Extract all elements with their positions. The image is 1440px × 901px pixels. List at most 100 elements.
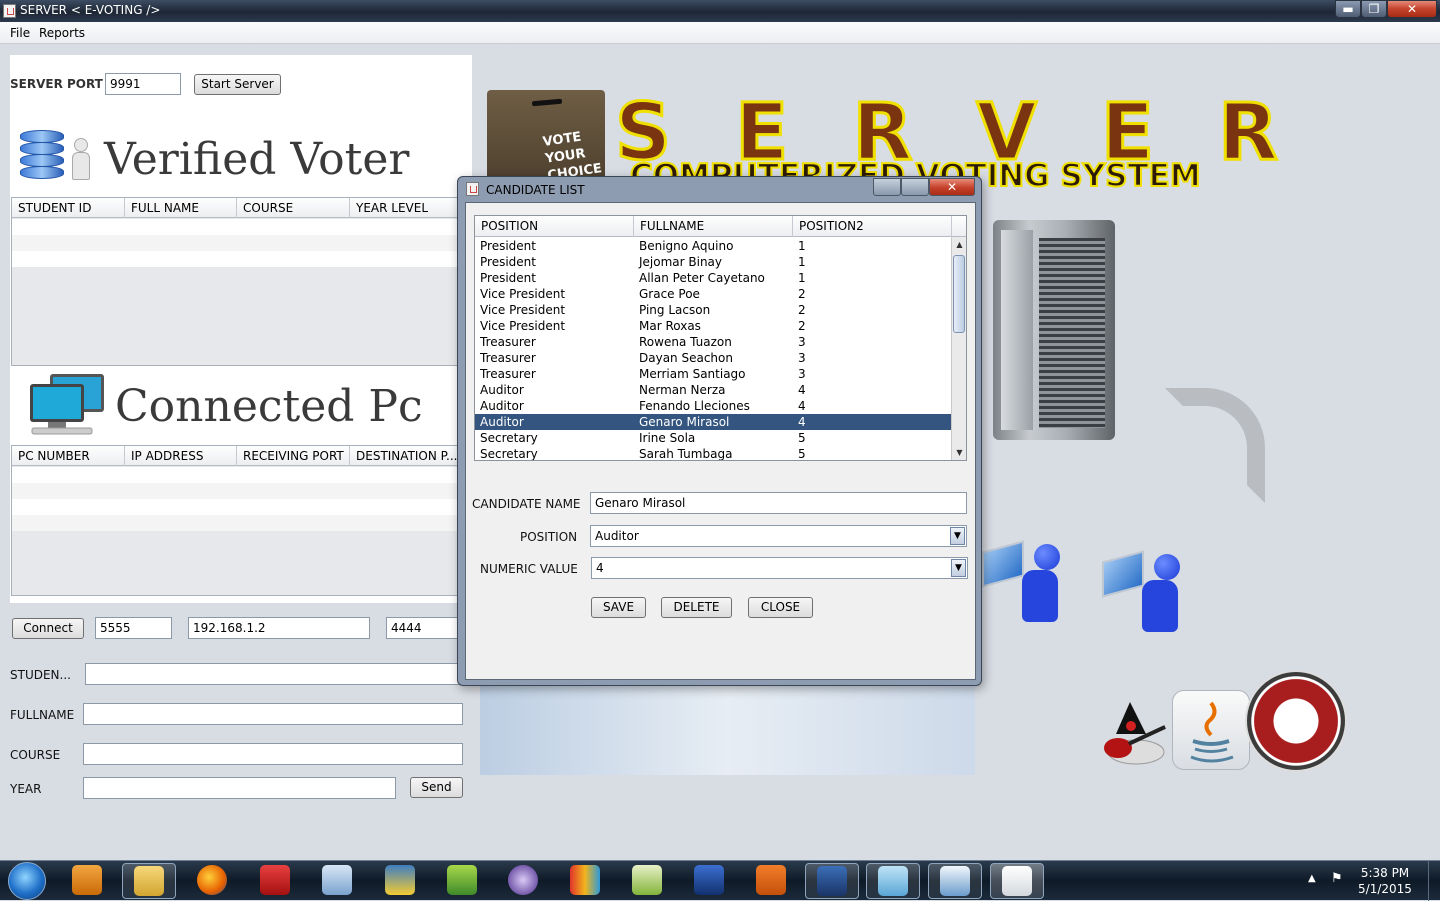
column-header[interactable]: IP ADDRESS: [125, 446, 237, 466]
tray-expand-icon[interactable]: ▲: [1308, 873, 1316, 884]
candidate-row[interactable]: Treasurer Dayan Seachon 3: [475, 350, 952, 366]
start-button[interactable]: [8, 862, 46, 900]
column-header[interactable]: FULL NAME: [125, 198, 237, 218]
candidate-row[interactable]: Secretary Irine Sola 5: [475, 430, 952, 446]
taskbar-notepad[interactable]: [866, 863, 920, 899]
dialog-maximize-button[interactable]: [901, 178, 929, 196]
candidate-row[interactable]: Vice President Ping Lacson 2: [475, 302, 952, 318]
column-header[interactable]: POSITION2: [793, 216, 952, 237]
course-label: COURSE: [10, 748, 61, 762]
position-select[interactable]: Auditor ▼: [590, 525, 967, 547]
candidate-row[interactable]: President Benigno Aquino 1: [475, 238, 952, 254]
candidate-fullname-cell: Merriam Santiago: [639, 367, 746, 381]
candidate-row[interactable]: Vice President Grace Poe 2: [475, 286, 952, 302]
taskbar-java-app[interactable]: [990, 863, 1044, 899]
fullname-input[interactable]: [83, 703, 463, 725]
close-button[interactable]: ✕: [1387, 0, 1437, 18]
xampp-icon[interactable]: [756, 865, 786, 895]
taskbar-paint[interactable]: [928, 863, 982, 899]
column-header[interactable]: RECEIVING PORT: [237, 446, 350, 466]
dialog-close-button[interactable]: ✕: [929, 178, 975, 196]
server-rack-image: [993, 220, 1115, 440]
duke-guitar-logo: [1104, 702, 1166, 765]
candidate-fullname-cell: Dayan Seachon: [639, 351, 733, 365]
connect-button[interactable]: Connect: [12, 618, 84, 639]
send-button[interactable]: Send: [410, 777, 463, 798]
candidate-row[interactable]: Auditor Fenando Lleciones 4: [475, 398, 952, 414]
save-button[interactable]: SAVE: [591, 597, 646, 618]
column-header[interactable]: POSITION: [475, 216, 634, 237]
candidate-row[interactable]: Auditor Genaro Mirasol 4: [475, 414, 952, 430]
candidate-position2-cell: 1: [798, 239, 806, 253]
column-header[interactable]: PC NUMBER: [12, 446, 125, 466]
notepad-plus-icon[interactable]: [632, 865, 662, 895]
scroll-up-icon[interactable]: ▲: [953, 237, 966, 252]
show-desktop-button[interactable]: [1428, 861, 1440, 901]
candidate-name-input[interactable]: Genaro Mirasol: [590, 492, 967, 514]
eclipse-icon[interactable]: [508, 865, 538, 895]
menu-reports[interactable]: Reports: [39, 26, 85, 40]
chevron-down-icon[interactable]: ▼: [950, 527, 965, 545]
dialog-titlebar: CANDIDATE LIST ✕: [458, 177, 981, 201]
virtualbox-icon[interactable]: [322, 865, 352, 895]
candidate-row[interactable]: Treasurer Merriam Santiago 3: [475, 366, 952, 382]
dialog-close-action-button[interactable]: CLOSE: [748, 597, 813, 618]
clock[interactable]: 5:38 PM 5/1/2015: [1355, 865, 1415, 897]
netbeans-icon[interactable]: [447, 865, 477, 895]
candidate-row[interactable]: Secretary Sarah Tumbaga 5: [475, 446, 952, 461]
year-input[interactable]: [83, 777, 396, 799]
ip-address-input[interactable]: 192.168.1.2: [188, 617, 370, 639]
dialog-minimize-button[interactable]: [873, 178, 901, 196]
pdf-icon[interactable]: [260, 865, 290, 895]
candidate-list-dialog: CANDIDATE LIST ✕ POSITION FULLNAME POSIT…: [457, 176, 982, 686]
candidate-row[interactable]: President Allan Peter Cayetano 1: [475, 270, 952, 286]
column-header[interactable]: COURSE: [237, 198, 350, 218]
vertical-scrollbar[interactable]: ▲ ▼: [951, 237, 966, 460]
start-server-button[interactable]: Start Server: [194, 74, 281, 95]
column-header[interactable]: DESTINATION P...: [350, 446, 458, 466]
candidate-position2-cell: 2: [798, 319, 806, 333]
column-header[interactable]: FULLNAME: [634, 216, 793, 237]
firefox-icon[interactable]: [197, 865, 227, 895]
column-header[interactable]: YEAR LEVEL: [350, 198, 458, 218]
logos-group: [1100, 670, 1350, 775]
server-port-input[interactable]: 9991: [105, 73, 181, 95]
candidate-row[interactable]: President Jejomar Binay 1: [475, 254, 952, 270]
server-port-label: SERVER PORT: [10, 77, 103, 91]
scroll-down-icon[interactable]: ▼: [953, 445, 966, 460]
numeric-value-select[interactable]: 4 ▼: [591, 557, 968, 579]
candidate-position2-cell: 4: [798, 415, 806, 429]
candidate-position-cell: President: [480, 271, 536, 285]
candidate-row[interactable]: Treasurer Rowena Tuazon 3: [475, 334, 952, 350]
crossover-icon[interactable]: [570, 865, 600, 895]
student-id-input[interactable]: [85, 663, 463, 685]
clock-time: 5:38 PM: [1360, 866, 1410, 880]
dev-cpp-icon[interactable]: [694, 865, 724, 895]
destination-port-input[interactable]: 4444: [386, 617, 458, 639]
maximize-button[interactable]: ❐: [1361, 0, 1387, 18]
chevron-down-icon[interactable]: ▼: [951, 559, 966, 577]
server-banner-word: SERVER: [614, 87, 1343, 180]
minimize-button[interactable]: ▬: [1335, 0, 1361, 18]
scroll-thumb[interactable]: [953, 255, 965, 333]
student-id-label: STUDEN...: [10, 668, 71, 682]
dialog-body: POSITION FULLNAME POSITION2 President Ben…: [465, 202, 976, 680]
course-input[interactable]: [83, 743, 463, 765]
taskbar-explorer[interactable]: [122, 863, 176, 899]
candidate-position-cell: President: [480, 255, 536, 269]
numeric-value-label: NUMERIC VALUE: [480, 562, 578, 576]
python-icon[interactable]: [385, 865, 415, 895]
flag-icon[interactable]: ⚑: [1331, 871, 1343, 886]
candidate-row[interactable]: Vice President Mar Roxas 2: [475, 318, 952, 334]
column-header[interactable]: STUDENT ID: [12, 198, 125, 218]
menu-file[interactable]: File: [10, 26, 30, 40]
media-player-icon[interactable]: [72, 865, 102, 895]
candidate-fullname-cell: Sarah Tumbaga: [639, 447, 733, 461]
receiving-port-input[interactable]: 5555: [95, 617, 172, 639]
taskbar-remote[interactable]: [805, 863, 859, 899]
candidate-position2-cell: 2: [798, 303, 806, 317]
candidate-position-cell: Treasurer: [480, 367, 536, 381]
candidate-row[interactable]: Auditor Nerman Nerza 4: [475, 382, 952, 398]
position-select-value: Auditor: [595, 529, 639, 543]
delete-button[interactable]: DELETE: [661, 597, 732, 618]
